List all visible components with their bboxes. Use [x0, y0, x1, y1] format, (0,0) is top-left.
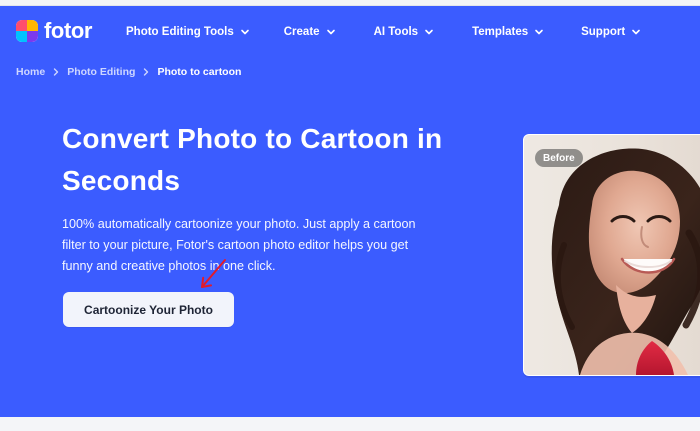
nav-item-label: Templates	[472, 26, 529, 38]
nav-item-label: Photo Editing Tools	[126, 26, 234, 38]
nav-item-support[interactable]: Support	[581, 26, 641, 38]
breadcrumb-current: Photo to cartoon	[157, 66, 242, 78]
breadcrumb-home[interactable]: Home	[16, 66, 45, 78]
page-title: Convert Photo to Cartoon in Seconds	[62, 118, 502, 202]
breadcrumb: Home Photo Editing Photo to cartoon	[16, 66, 241, 78]
chevron-right-icon	[141, 67, 151, 77]
nav-item-label: AI Tools	[373, 26, 419, 38]
cartoonize-your-photo-button[interactable]: Cartoonize Your Photo	[63, 292, 234, 327]
top-nav: Photo Editing Tools Create AI Tools Temp…	[126, 26, 641, 38]
breadcrumb-photo-editing[interactable]: Photo Editing	[67, 66, 135, 78]
bottom-strip	[0, 417, 700, 431]
chevron-down-icon	[424, 27, 434, 37]
hero-description-line-3: funny and creative photos in one click.	[62, 259, 276, 273]
page-title-line-1: Convert Photo to Cartoon in	[62, 123, 443, 154]
hero-section: fotor Photo Editing Tools Create AI Tool…	[0, 6, 700, 417]
chevron-down-icon	[631, 27, 641, 37]
nav-item-label: Support	[581, 26, 626, 38]
before-after-preview-card: Before	[523, 134, 700, 376]
portrait-illustration	[551, 148, 700, 375]
hero-description-line-1: 100% automatically cartoonize your photo…	[62, 217, 416, 231]
nav-item-templates[interactable]: Templates	[472, 26, 544, 38]
page-title-line-2: Seconds	[62, 165, 181, 196]
before-badge: Before	[535, 149, 583, 167]
chevron-down-icon	[326, 27, 336, 37]
nav-item-create[interactable]: Create	[284, 26, 336, 38]
brand-logo[interactable]: fotor	[16, 17, 92, 45]
hero-description: 100% automatically cartoonize your photo…	[62, 214, 457, 277]
preview-image: Before	[524, 135, 700, 375]
brand-name: fotor	[44, 18, 93, 43]
chevron-down-icon	[240, 27, 250, 37]
chevron-down-icon	[534, 27, 544, 37]
chevron-right-icon	[51, 67, 61, 77]
page: fotor Photo Editing Tools Create AI Tool…	[0, 0, 700, 431]
nav-item-photo-editing-tools[interactable]: Photo Editing Tools	[126, 26, 250, 38]
nav-item-ai-tools[interactable]: AI Tools	[374, 26, 435, 38]
fotor-logo-icon	[16, 20, 38, 42]
nav-item-label: Create	[283, 26, 320, 38]
hero-description-line-2: filter to your picture, Fotor's cartoon …	[62, 238, 409, 252]
